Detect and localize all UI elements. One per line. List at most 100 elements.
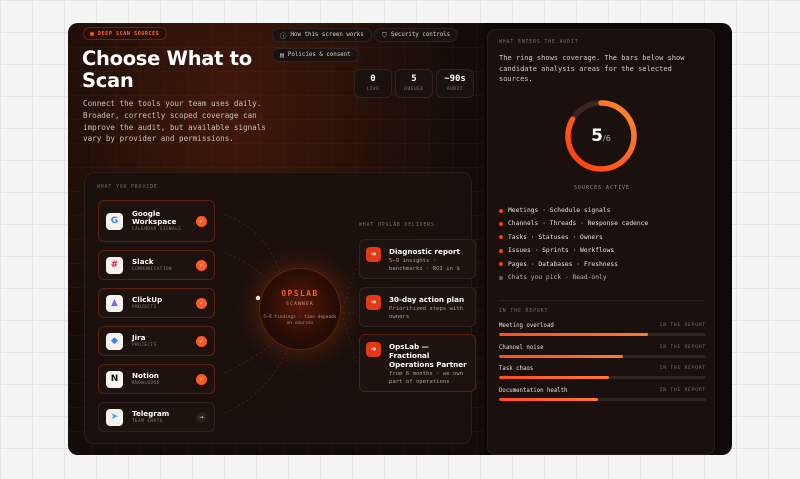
badge-label: DEEP SCAN SOURCES bbox=[98, 30, 160, 37]
signal-item: Pages · Databases · Freshness bbox=[499, 261, 618, 268]
arrow-right-icon: ➜ bbox=[366, 247, 381, 262]
scanner-note: 5–9 findings · time depends on sources bbox=[263, 315, 337, 326]
source-category: PROJECTS bbox=[132, 305, 157, 310]
source-card-telegram[interactable]: ➤ Telegram TEAM CHATS → bbox=[98, 402, 215, 432]
page-title: Choose What to Scan bbox=[82, 47, 252, 92]
source-logo-icon: ➤ bbox=[106, 408, 123, 426]
signal-item: Meetings · Schedule signals bbox=[499, 207, 610, 214]
ring-count-value: 5 bbox=[591, 126, 604, 146]
report-area-name: Task chaos bbox=[499, 366, 534, 372]
opslab-scanner: OPSLAB SCANNER 5–9 findings · time depen… bbox=[260, 269, 340, 349]
arrow-right-icon: ➜ bbox=[366, 295, 381, 310]
signal-item: Chats you pick · Read-only bbox=[499, 274, 607, 281]
source-card-google-workspace[interactable]: G Google Workspace CALENDAR SIGNALS ✓ bbox=[98, 200, 215, 242]
deliverable-diagnostic-report[interactable]: ➜ Diagnostic report 5–9 insights · bench… bbox=[359, 239, 476, 279]
audit-explanation: The ring shows coverage. The bars below … bbox=[499, 54, 685, 84]
source-logo-icon: N bbox=[106, 370, 123, 388]
report-bar-fill bbox=[499, 333, 649, 336]
source-card-clickup[interactable]: ▲ ClickUp PROJECTS ✓ bbox=[98, 288, 215, 318]
report-bar-track bbox=[499, 333, 706, 336]
stat-value: 0 bbox=[370, 74, 376, 84]
signal-item: Channels · Threads · Response cadence bbox=[499, 220, 648, 227]
signal-item: Tasks · Statuses · Owners bbox=[499, 234, 603, 241]
signal-text: Meetings · Schedule signals bbox=[508, 207, 611, 214]
bullet-icon bbox=[499, 275, 503, 280]
link-label: Security controls bbox=[390, 32, 451, 38]
source-card-jira[interactable]: ◆ Jira PROJECTS ✓ bbox=[98, 326, 215, 356]
source-card-notion[interactable]: N Notion KNOWLEDGE ✓ bbox=[98, 364, 215, 394]
link-label: Policies & consent bbox=[287, 52, 351, 58]
check-icon[interactable]: ✓ bbox=[196, 335, 207, 347]
report-row: Channel noise IN THE REPORT bbox=[499, 345, 706, 358]
page-description: Connect the tools your team uses daily. … bbox=[83, 99, 266, 144]
source-logo-icon: ◆ bbox=[106, 332, 123, 350]
bullet-icon bbox=[499, 248, 503, 253]
source-logo-icon: # bbox=[106, 256, 123, 274]
report-area-name: Meeting overload bbox=[499, 323, 554, 329]
source-name: Jira bbox=[132, 333, 146, 342]
report-tag: IN THE REPORT bbox=[659, 387, 706, 393]
report-row: Documentation health IN THE REPORT bbox=[499, 388, 706, 401]
policies-consent-link[interactable]: ▤ Policies & consent bbox=[272, 48, 359, 62]
source-category: KNOWLEDGE bbox=[132, 381, 160, 386]
stat-label: AUDIT bbox=[446, 87, 464, 92]
source-name: Google Workspace bbox=[132, 209, 177, 226]
stat-queued: 5 QUEUED bbox=[395, 69, 433, 98]
check-icon[interactable]: ✓ bbox=[196, 373, 207, 385]
deliverable-title: 30-day action plan bbox=[389, 295, 465, 304]
source-name: Notion bbox=[132, 371, 159, 380]
coverage-ring: 5 /6 bbox=[561, 96, 641, 176]
audit-label: WHAT ENTERS THE AUDIT bbox=[499, 40, 579, 45]
report-area-name: Channel noise bbox=[499, 344, 544, 351]
bullet-icon bbox=[499, 262, 503, 267]
app-window: DEEP SCAN SOURCES Choose What to Scan Co… bbox=[68, 23, 732, 455]
source-category: CALENDAR SIGNALS bbox=[132, 227, 182, 232]
report-bar-fill bbox=[499, 354, 624, 358]
check-icon[interactable]: ✓ bbox=[196, 259, 207, 271]
deliverable-action-plan[interactable]: ➜ 30-day action plan Prioritized steps w… bbox=[359, 287, 476, 327]
divider bbox=[499, 300, 704, 301]
bullet-icon bbox=[499, 221, 503, 226]
arrow-right-icon[interactable]: → bbox=[196, 411, 207, 423]
signal-text: Channels · Threads · Response cadence bbox=[508, 220, 649, 228]
source-logo-icon: ▲ bbox=[106, 294, 123, 312]
shield-icon: ⛉ bbox=[382, 30, 387, 39]
deliverable-sub: from 6 months · we own part of operation… bbox=[389, 371, 464, 385]
stat-label: LIVE bbox=[366, 87, 380, 92]
ring-count: 5 /6 bbox=[561, 96, 641, 176]
signal-item: Issues · Sprints · Workflows bbox=[499, 247, 614, 254]
signal-text: Tasks · Statuses · Owners bbox=[508, 233, 603, 241]
report-bar-track bbox=[499, 354, 706, 358]
stat-value: 5 bbox=[411, 74, 417, 84]
source-category: TEAM CHATS bbox=[132, 419, 163, 424]
bullet-icon bbox=[499, 208, 503, 213]
document-icon: ▤ bbox=[280, 51, 284, 59]
deliverable-title: Diagnostic report bbox=[389, 247, 460, 256]
stat-live: 0 LIVE bbox=[354, 69, 392, 98]
section-badge: DEEP SCAN SOURCES bbox=[83, 27, 168, 40]
arrow-right-icon: ➜ bbox=[366, 342, 381, 357]
deliverable-fractional-partner[interactable]: ➜ OpsLab — Fractional Operations Partner… bbox=[359, 334, 476, 392]
report-tag: IN THE REPORT bbox=[659, 366, 706, 371]
report-row: Task chaos IN THE REPORT bbox=[499, 366, 706, 379]
security-controls-link[interactable]: ⛉ Security controls bbox=[374, 28, 459, 42]
scanner-title: OPSLAB bbox=[281, 289, 319, 298]
signal-text: Issues · Sprints · Workflows bbox=[508, 247, 615, 255]
source-logo-icon: G bbox=[106, 212, 123, 230]
report-label: IN THE REPORT bbox=[499, 309, 549, 314]
stat-value: ~90s bbox=[444, 74, 466, 84]
ring-label: SOURCES ACTIVE bbox=[573, 185, 631, 191]
source-card-slack[interactable]: # Slack COMMUNICATION ✓ bbox=[98, 250, 215, 280]
source-category: COMMUNICATION bbox=[132, 267, 173, 272]
how-it-works-link[interactable]: ⓘ How this screen works bbox=[272, 28, 372, 42]
ring-count-total: /6 bbox=[603, 134, 611, 143]
link-label: How this screen works bbox=[290, 32, 364, 38]
source-name: Slack bbox=[132, 257, 154, 266]
deliverable-sub: 5–9 insights · benchmarks · ROI in $ bbox=[389, 258, 460, 272]
check-icon[interactable]: ✓ bbox=[196, 297, 207, 309]
check-icon[interactable]: ✓ bbox=[196, 215, 207, 227]
signal-text: Chats you pick · Read-only bbox=[508, 274, 607, 281]
report-row: Meeting overload IN THE REPORT bbox=[499, 323, 706, 336]
stat-audit: ~90s AUDIT bbox=[436, 69, 474, 98]
report-bar-track bbox=[499, 376, 706, 379]
